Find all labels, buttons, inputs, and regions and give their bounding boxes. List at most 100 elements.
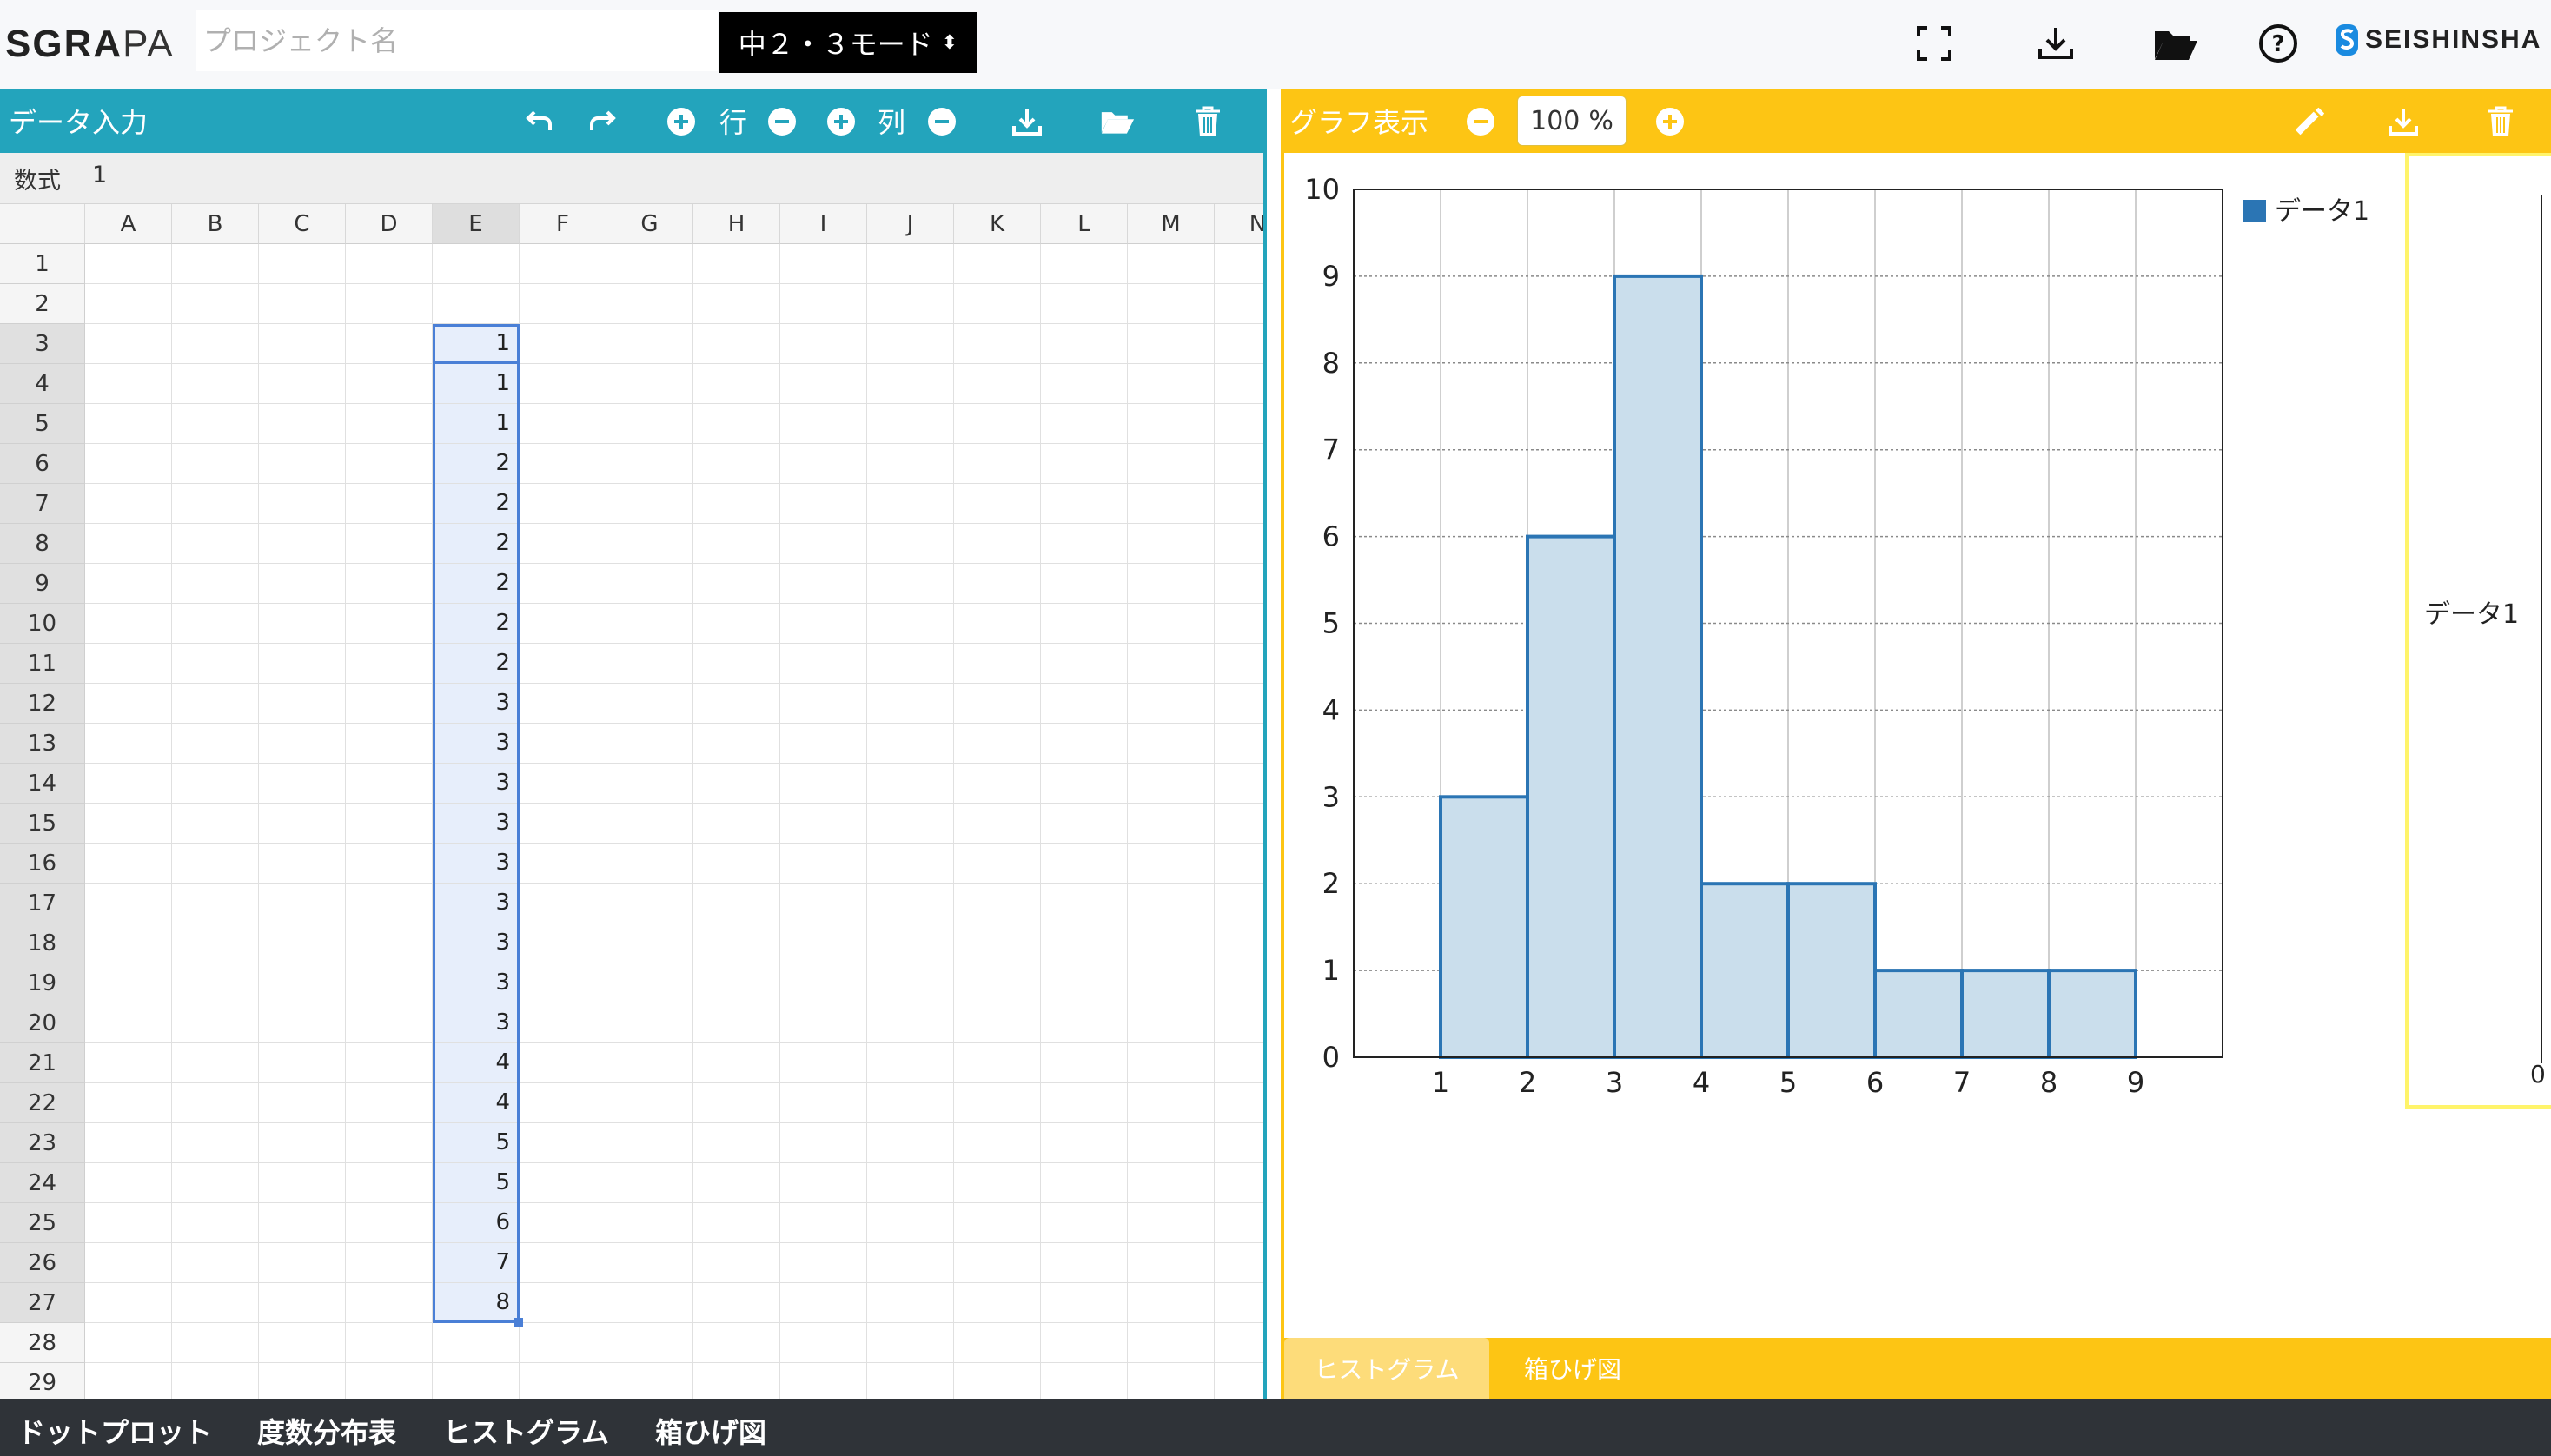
remove-row-icon[interactable] bbox=[765, 104, 799, 139]
grid-cell[interactable] bbox=[85, 804, 172, 844]
grid-cell[interactable] bbox=[346, 1243, 433, 1283]
grid-cell[interactable] bbox=[259, 684, 346, 724]
grid-cell[interactable] bbox=[520, 923, 606, 963]
grid-cell[interactable] bbox=[867, 1003, 954, 1043]
row-header[interactable]: 22 bbox=[0, 1083, 85, 1123]
row-header[interactable]: 6 bbox=[0, 444, 85, 484]
grid-cell[interactable] bbox=[346, 484, 433, 524]
grid-cell[interactable] bbox=[433, 1363, 520, 1399]
grid-cell[interactable] bbox=[259, 1003, 346, 1043]
grid-cell[interactable] bbox=[259, 1283, 346, 1323]
grid-cell[interactable] bbox=[780, 564, 867, 604]
edit-pencil-icon[interactable] bbox=[2292, 104, 2327, 139]
grid-cell[interactable] bbox=[85, 923, 172, 963]
folder-open-icon[interactable] bbox=[2151, 19, 2200, 68]
grid-cell[interactable] bbox=[954, 444, 1041, 484]
brand-logo[interactable]: SEISHINSHA bbox=[2334, 23, 2541, 57]
grid-cell[interactable] bbox=[954, 284, 1041, 324]
grid-cell[interactable] bbox=[1128, 1283, 1215, 1323]
grid-cell[interactable] bbox=[780, 484, 867, 524]
grid-cell[interactable] bbox=[1215, 724, 1263, 764]
grid-cell[interactable] bbox=[1128, 1163, 1215, 1203]
histogram-bar[interactable] bbox=[1613, 274, 1703, 1059]
grid-cell[interactable] bbox=[693, 764, 780, 804]
grid-cell[interactable] bbox=[867, 364, 954, 404]
grid-cell[interactable] bbox=[1041, 1323, 1128, 1363]
grid-cell[interactable] bbox=[346, 1083, 433, 1123]
grid-cell[interactable]: 3 bbox=[433, 923, 520, 963]
grid-cell[interactable] bbox=[954, 404, 1041, 444]
grid-cell[interactable] bbox=[346, 724, 433, 764]
grid-cell[interactable] bbox=[346, 404, 433, 444]
grid-cell[interactable]: 2 bbox=[433, 484, 520, 524]
grid-cell[interactable] bbox=[954, 724, 1041, 764]
grid-cell[interactable] bbox=[954, 844, 1041, 884]
grid-cell[interactable] bbox=[1041, 244, 1128, 284]
grid-cell[interactable] bbox=[1041, 1203, 1128, 1243]
grid-cell[interactable] bbox=[606, 1123, 693, 1163]
grid-cell[interactable] bbox=[954, 1043, 1041, 1083]
grid-cell[interactable] bbox=[606, 324, 693, 364]
grid-cell[interactable] bbox=[433, 284, 520, 324]
grid-cell[interactable] bbox=[85, 724, 172, 764]
grid-cell[interactable] bbox=[85, 884, 172, 923]
grid-cell[interactable] bbox=[954, 1323, 1041, 1363]
grid-cell[interactable] bbox=[346, 444, 433, 484]
nav-dotplot[interactable]: ドットプロット bbox=[17, 1411, 212, 1451]
row-header[interactable]: 13 bbox=[0, 724, 85, 764]
grid-cell[interactable] bbox=[1041, 484, 1128, 524]
grid-cell[interactable]: 3 bbox=[433, 963, 520, 1003]
grid-cell[interactable] bbox=[780, 1363, 867, 1399]
grid-cell[interactable] bbox=[954, 1363, 1041, 1399]
grid-cell[interactable] bbox=[520, 564, 606, 604]
grid-cell[interactable] bbox=[954, 1123, 1041, 1163]
grid-cell[interactable]: 3 bbox=[433, 804, 520, 844]
grid-cell[interactable] bbox=[693, 1043, 780, 1083]
grid-cell[interactable] bbox=[433, 244, 520, 284]
grid-cell[interactable] bbox=[1215, 604, 1263, 644]
grid-cell[interactable] bbox=[693, 1203, 780, 1243]
grid-cell[interactable] bbox=[259, 804, 346, 844]
remove-column-icon[interactable] bbox=[924, 104, 959, 139]
grid-cell[interactable] bbox=[1128, 764, 1215, 804]
grid-cell[interactable] bbox=[85, 284, 172, 324]
grid-cell[interactable] bbox=[867, 1083, 954, 1123]
grid-cell[interactable] bbox=[85, 1163, 172, 1203]
grid-cell[interactable] bbox=[1128, 484, 1215, 524]
grid-cell[interactable] bbox=[520, 644, 606, 684]
grid-cell[interactable] bbox=[1215, 1323, 1263, 1363]
grid-cell[interactable] bbox=[1215, 844, 1263, 884]
grid-cell[interactable] bbox=[1215, 684, 1263, 724]
grid-cell[interactable] bbox=[172, 1083, 259, 1123]
grid-cell[interactable] bbox=[172, 604, 259, 644]
grid-cell[interactable] bbox=[780, 1003, 867, 1043]
grid-cell[interactable] bbox=[693, 1123, 780, 1163]
grid-cell[interactable] bbox=[1041, 684, 1128, 724]
grid-cell[interactable] bbox=[1041, 844, 1128, 884]
grid-cell[interactable] bbox=[693, 844, 780, 884]
grid-cell[interactable] bbox=[172, 724, 259, 764]
grid-cell[interactable] bbox=[867, 484, 954, 524]
grid-cell[interactable] bbox=[259, 524, 346, 564]
grid-cell[interactable] bbox=[1128, 804, 1215, 844]
grid-cell[interactable] bbox=[780, 1283, 867, 1323]
grid-cell[interactable] bbox=[606, 1203, 693, 1243]
grid-cell[interactable]: 2 bbox=[433, 604, 520, 644]
grid-cell[interactable] bbox=[85, 1283, 172, 1323]
grid-cell[interactable] bbox=[954, 923, 1041, 963]
grid-cell[interactable] bbox=[780, 963, 867, 1003]
grid-cell[interactable] bbox=[85, 1243, 172, 1283]
grid-cell[interactable] bbox=[1215, 404, 1263, 444]
grid-cell[interactable] bbox=[1215, 324, 1263, 364]
grid-cell[interactable] bbox=[606, 604, 693, 644]
grid-cell[interactable] bbox=[693, 404, 780, 444]
grid-cell[interactable]: 4 bbox=[433, 1043, 520, 1083]
grid-cell[interactable] bbox=[346, 684, 433, 724]
grid-cell[interactable] bbox=[520, 284, 606, 324]
grid-cell[interactable] bbox=[954, 1083, 1041, 1123]
grid-cell[interactable] bbox=[867, 524, 954, 564]
undo-icon[interactable] bbox=[521, 104, 556, 139]
grid-cell[interactable] bbox=[259, 284, 346, 324]
grid-cell[interactable] bbox=[346, 564, 433, 604]
grid-cell[interactable] bbox=[1215, 804, 1263, 844]
